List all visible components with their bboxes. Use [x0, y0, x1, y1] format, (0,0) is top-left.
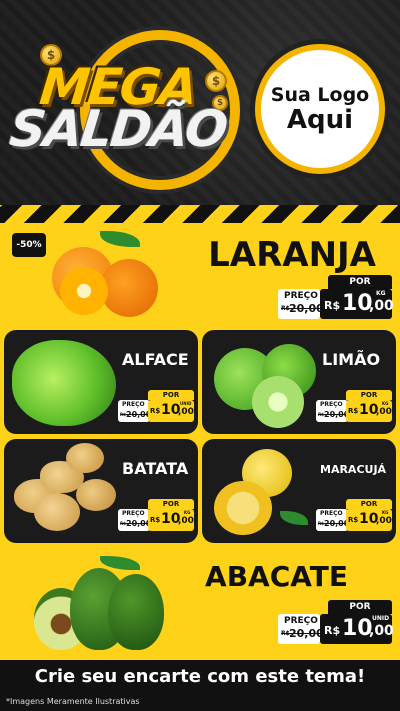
lettuce-image: [12, 340, 116, 426]
leaf-icon: [100, 231, 140, 247]
new-price-box: R$ 10 ,00 UNID: [320, 614, 394, 644]
unit: KG: [382, 401, 389, 406]
avocado-image: [108, 574, 164, 650]
currency: R$: [348, 407, 359, 415]
currency: R$: [150, 407, 161, 415]
currency: R$: [324, 624, 341, 637]
product-card-limao[interactable]: LIMÃO POR PREÇO R$ 20,00 R$ 10 ,00 KG: [202, 330, 396, 434]
logo-text-line1: Sua Logo: [270, 83, 370, 106]
currency: R$: [324, 299, 341, 312]
orange-half-image: [60, 267, 108, 315]
product-name: LARANJA: [208, 235, 376, 275]
por-label: POR: [328, 600, 392, 614]
product-name: BATATA: [122, 459, 189, 478]
price-decimal: ,00: [178, 516, 194, 526]
por-label: POR: [346, 390, 392, 400]
preco-label: PREÇO: [284, 291, 318, 301]
por-label: POR: [148, 390, 194, 400]
old-currency: R$: [318, 521, 324, 526]
price-decimal: ,00: [376, 516, 392, 526]
por-label: POR: [148, 499, 194, 509]
unit: KG: [376, 290, 386, 297]
old-price-box: PREÇO R$ 20,00: [278, 614, 324, 644]
product-name: MARACUJÁ: [320, 463, 387, 476]
product-card-alface[interactable]: ALFACE POR PREÇO R$ 20,00 R$ 10 ,00 UNID: [4, 330, 198, 434]
old-price-box: PREÇO R$ 20,00: [278, 289, 324, 319]
preco-label: PREÇO: [284, 616, 318, 626]
por-label: POR: [328, 275, 392, 289]
old-price: 20,00: [289, 627, 324, 640]
footer: Crie seu encarte com este tema! *Imagens…: [0, 660, 400, 711]
product-name: LIMÃO: [322, 350, 381, 369]
hazard-stripes: [0, 205, 400, 223]
new-price-box: R$ 10 ,00 KG: [346, 400, 392, 422]
new-price-box: R$ 10 ,00 KG: [320, 289, 394, 319]
old-price-box: PREÇO R$ 20,00: [118, 509, 151, 531]
product-name: ABACATE: [205, 560, 348, 593]
product-name: ALFACE: [122, 350, 189, 369]
preco-label: PREÇO: [320, 510, 343, 517]
title-saldao: SALDÃO: [6, 100, 229, 158]
coin-icon: $: [205, 70, 227, 92]
currency: R$: [150, 516, 161, 524]
disclaimer: *Imagens Meramente Ilustrativas: [6, 697, 140, 706]
potato-image: [66, 443, 104, 473]
lime-half-image: [252, 376, 304, 428]
orange-image: [100, 259, 158, 317]
new-price-box: R$ 10 ,00 KG: [148, 509, 194, 531]
unit: KG: [184, 510, 191, 515]
por-label: POR: [346, 499, 392, 509]
passion-fruit-half-image: [214, 481, 272, 535]
preco-label: PREÇO: [320, 401, 343, 408]
potato-image: [34, 493, 80, 531]
currency: R$: [348, 516, 359, 524]
old-currency: R$: [120, 521, 126, 526]
logo-placeholder[interactable]: Sua Logo Aqui: [255, 44, 385, 174]
preco-label: PREÇO: [122, 510, 145, 517]
potato-image: [76, 479, 116, 511]
price-decimal: ,00: [178, 407, 194, 417]
product-card-batata[interactable]: BATATA POR PREÇO R$ 20,00 R$ 10 ,00 KG: [4, 439, 198, 543]
leaf-icon: [100, 556, 140, 570]
unit: UNID: [372, 615, 390, 622]
old-currency: R$: [318, 412, 324, 417]
header-banner: $ $ $ MEGA SALDÃO Sua Logo Aqui: [0, 0, 400, 205]
old-price-box: PREÇO R$ 20,00: [118, 400, 151, 422]
leaf-icon: [280, 511, 308, 525]
old-price-box: PREÇO R$ 20,00: [316, 400, 349, 422]
unit: KG: [382, 510, 389, 515]
price-decimal: ,00: [369, 298, 394, 314]
call-to-action[interactable]: Crie seu encarte com este tema!: [0, 666, 400, 687]
new-price-box: R$ 10 ,00 KG: [346, 509, 392, 531]
new-price-box: R$ 10 ,00 UNID: [148, 400, 194, 422]
discount-badge: -50%: [12, 233, 46, 257]
price-decimal: ,00: [369, 623, 394, 639]
product-card-abacate[interactable]: ABACATE POR PREÇO R$ 20,00 R$ 10 ,00 UNI…: [4, 548, 396, 656]
logo-text-line2: Aqui: [286, 104, 354, 135]
preco-label: PREÇO: [122, 401, 145, 408]
unit: UNID: [180, 401, 192, 406]
product-card-maracuja[interactable]: MARACUJÁ POR PREÇO R$ 20,00 R$ 10 ,00 KG: [202, 439, 396, 543]
old-currency: R$: [120, 412, 126, 417]
price-decimal: ,00: [376, 407, 392, 417]
product-card-laranja[interactable]: -50% LARANJA POR PREÇO R$ 20,00 R$ 10 ,0…: [4, 223, 396, 325]
old-price-box: PREÇO R$ 20,00: [316, 509, 349, 531]
old-price: 20,00: [289, 302, 324, 315]
